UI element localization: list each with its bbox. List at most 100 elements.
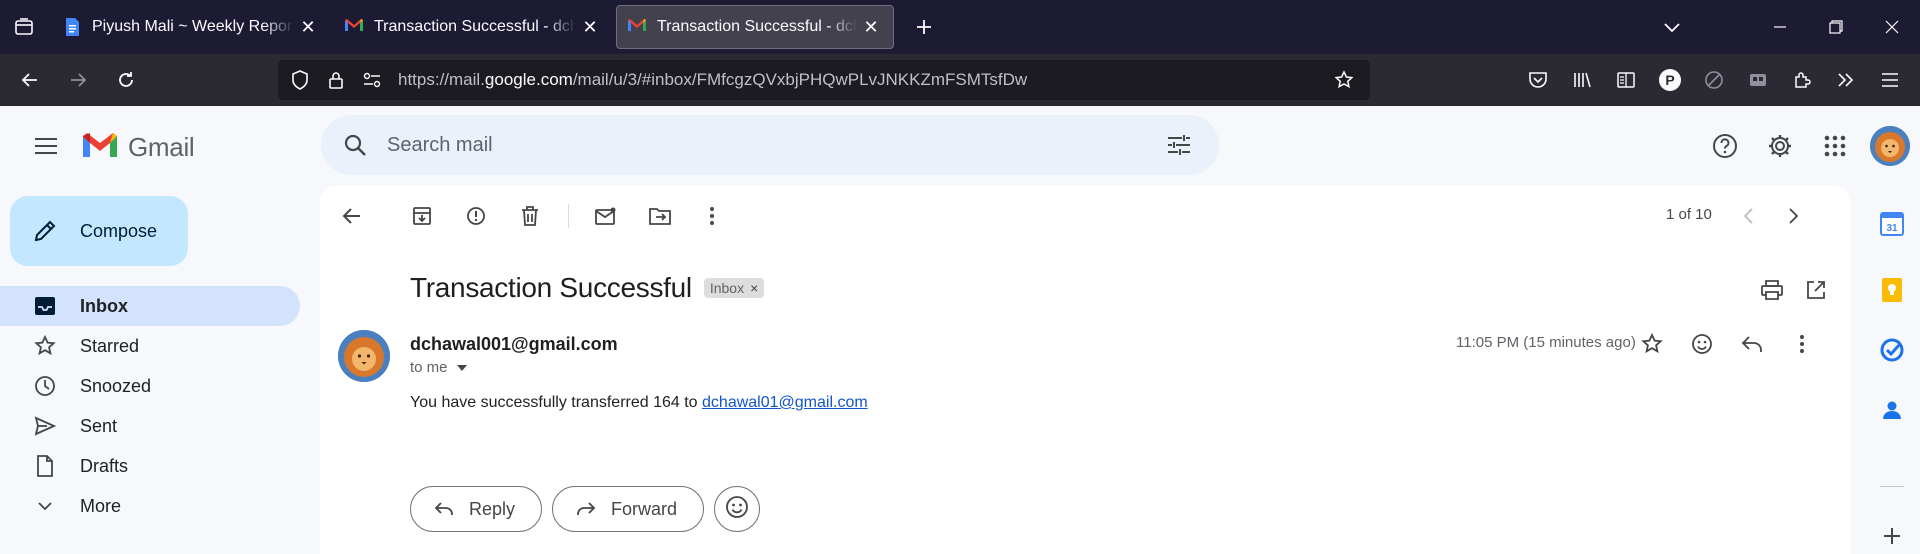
remove-label-icon[interactable]: ×: [750, 280, 758, 296]
delete-icon[interactable]: [510, 196, 550, 236]
nav-item-sent[interactable]: Sent: [0, 406, 300, 446]
main-menu-icon[interactable]: [22, 122, 70, 170]
reply-icon[interactable]: [1732, 324, 1772, 364]
tab-list-icon[interactable]: [0, 0, 48, 54]
lion-avatar-icon: [1870, 126, 1910, 166]
restore-icon[interactable]: [1808, 0, 1864, 54]
back-icon[interactable]: [8, 58, 52, 102]
label-text: Inbox: [709, 280, 745, 296]
blocked-icon[interactable]: [1692, 58, 1736, 102]
header-actions: [1694, 122, 1920, 170]
shield-icon[interactable]: [282, 60, 318, 100]
recipient-details[interactable]: to me: [410, 359, 470, 376]
get-addons-plus-icon[interactable]: [1874, 518, 1910, 554]
mail-nav: Inbox Starred Snoozed Sent Drafts More: [0, 286, 300, 526]
reply-button[interactable]: Reply: [410, 486, 543, 532]
tab-title: Transaction Successful - dchawal001: [657, 18, 857, 35]
emoji-reaction-button[interactable]: [714, 486, 761, 532]
browser-tab-gmail-2[interactable]: Transaction Successful - dchawal001 ✕: [616, 5, 894, 49]
compose-button[interactable]: Compose: [10, 196, 188, 266]
browser-tab-strip: Piyush Mali ~ Weekly Report~ Sprint ✕ Tr…: [0, 0, 1920, 54]
more-vert-icon[interactable]: [692, 196, 732, 236]
close-tab-icon[interactable]: ✕: [861, 17, 881, 37]
move-to-icon[interactable]: [640, 196, 680, 236]
menu-icon[interactable]: [1868, 58, 1912, 102]
compose-label: Compose: [80, 220, 158, 241]
window-controls: [1752, 0, 1920, 54]
emoji-reaction-icon[interactable]: [1682, 324, 1722, 364]
contacts-icon[interactable]: [1874, 392, 1910, 428]
nav-item-label: More: [80, 495, 122, 516]
chevron-down-icon: [32, 493, 58, 519]
message-timestamp: 11:05 PM (15 minutes ago): [1456, 334, 1636, 351]
overflow-chevrons-icon[interactable]: [1824, 58, 1868, 102]
bookmark-star-icon[interactable]: [1326, 60, 1362, 100]
message-actions: [1632, 324, 1832, 364]
settings-gear-icon[interactable]: [1756, 122, 1804, 170]
nav-item-inbox[interactable]: Inbox: [0, 286, 300, 326]
gmail-logo[interactable]: Gmail: [80, 130, 195, 165]
chevron-down-icon[interactable]: [1648, 0, 1696, 54]
lock-icon[interactable]: [318, 60, 354, 100]
tasks-icon[interactable]: [1874, 332, 1910, 368]
reply-icon: [433, 498, 455, 520]
recipient-text: to me: [410, 359, 448, 376]
permissions-icon[interactable]: [354, 60, 390, 100]
tab-title: Transaction Successful - dchawal001: [374, 18, 576, 35]
extension-icon[interactable]: [1736, 58, 1780, 102]
draft-icon: [32, 453, 58, 479]
close-tab-icon[interactable]: ✕: [298, 17, 318, 37]
nav-item-starred[interactable]: Starred: [0, 326, 300, 366]
reload-icon[interactable]: [104, 58, 148, 102]
reply-actions: Reply Forward: [410, 486, 761, 532]
star-icon[interactable]: [1632, 324, 1672, 364]
new-tab-icon[interactable]: [902, 5, 946, 49]
report-spam-icon[interactable]: [456, 196, 496, 236]
more-vert-icon[interactable]: [1782, 324, 1822, 364]
archive-icon[interactable]: [402, 196, 442, 236]
reader-view-icon[interactable]: [1604, 58, 1648, 102]
search-icon[interactable]: [327, 115, 383, 175]
browser-tab-docs[interactable]: Piyush Mali ~ Weekly Report~ Sprint ✕: [52, 5, 330, 49]
open-new-window-icon[interactable]: [1796, 270, 1836, 310]
gmail-m-icon: [80, 130, 120, 165]
nav-item-more[interactable]: More: [0, 486, 300, 526]
search-input[interactable]: [387, 133, 1151, 157]
sender-email[interactable]: dchawal001@gmail.com: [410, 334, 618, 355]
browser-tab-gmail-1[interactable]: Transaction Successful - dchawal001 ✕: [334, 5, 612, 49]
sender-avatar[interactable]: [338, 330, 390, 382]
minimize-icon[interactable]: [1752, 0, 1808, 54]
body-email-link[interactable]: dchawal01@gmail.com: [702, 394, 868, 411]
library-icon[interactable]: [1560, 58, 1604, 102]
older-chevron-right-icon[interactable]: [1774, 196, 1814, 236]
body-text: You have successfully transferred 164 to: [410, 394, 703, 411]
account-avatar[interactable]: [1866, 122, 1914, 170]
pencil-icon: [32, 218, 58, 244]
close-tab-icon[interactable]: ✕: [580, 17, 600, 37]
mark-unread-icon[interactable]: [586, 196, 626, 236]
search-bar[interactable]: [321, 115, 1219, 175]
forward-button[interactable]: Forward: [552, 486, 705, 532]
print-icon[interactable]: [1752, 270, 1792, 310]
close-window-icon[interactable]: [1864, 0, 1920, 54]
emoji-icon: [725, 495, 749, 524]
inbox-label-chip[interactable]: Inbox ×: [703, 278, 765, 298]
keep-icon[interactable]: [1874, 272, 1910, 308]
caret-down-icon[interactable]: [454, 360, 470, 376]
url-bar[interactable]: https://mail.google.com/mail/u/3/#inbox/…: [278, 60, 1370, 100]
back-to-inbox-icon[interactable]: [332, 196, 372, 236]
nav-item-snoozed[interactable]: Snoozed: [0, 366, 300, 406]
nav-item-drafts[interactable]: Drafts: [0, 446, 300, 486]
search-options-icon[interactable]: [1151, 117, 1207, 173]
apps-grid-icon[interactable]: [1811, 122, 1859, 170]
newer-chevron-left-icon[interactable]: [1728, 196, 1768, 236]
nav-item-label: Drafts: [80, 455, 129, 476]
calendar-icon[interactable]: 31: [1874, 206, 1910, 242]
forward-icon[interactable]: [56, 58, 100, 102]
side-panel-divider: [1880, 486, 1904, 487]
extensions-puzzle-icon[interactable]: [1780, 58, 1824, 102]
pocket-icon[interactable]: [1516, 58, 1560, 102]
help-icon[interactable]: [1701, 122, 1749, 170]
profile-avatar[interactable]: P: [1648, 58, 1692, 102]
message-subject: Transaction Successful: [410, 272, 692, 303]
